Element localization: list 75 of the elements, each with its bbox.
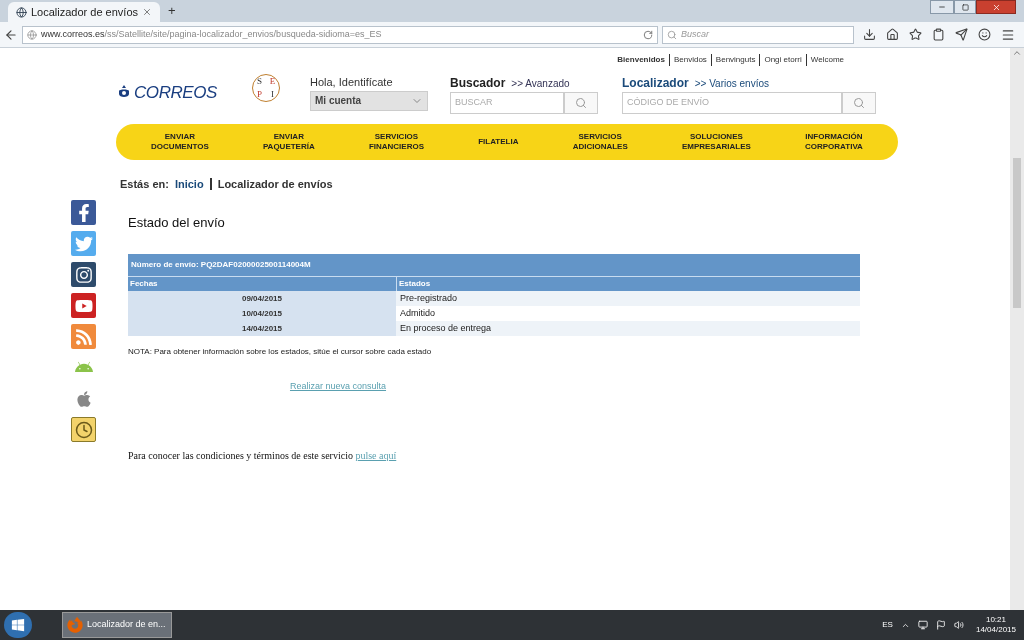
minimize-icon: [938, 3, 946, 11]
back-icon[interactable]: [4, 27, 18, 42]
page-title: Estado del envío: [128, 213, 226, 232]
home-icon[interactable]: [886, 28, 899, 41]
youtube-icon[interactable]: [71, 293, 96, 318]
greeting-text: Hola, Identifícate: [310, 75, 394, 90]
browser-tab[interactable]: Localizador de envíos: [8, 2, 160, 22]
network-icon[interactable]: [917, 620, 928, 630]
breadcrumb-label: Estás en:: [120, 177, 169, 192]
language-link[interactable]: Benvidos: [668, 54, 707, 66]
language-link[interactable]: Welcome: [805, 54, 844, 66]
search-icon: [853, 97, 865, 109]
language-link[interactable]: Benvinguts: [710, 54, 756, 66]
browser-icon: [67, 617, 83, 633]
terms-text: Para conocer las condiciones y términos de este servicio pulse aquí: [128, 449, 398, 463]
advanced-search-link[interactable]: >> Avanzado: [511, 76, 570, 91]
date-cell: 10/04/2015: [128, 306, 396, 321]
clipboard-icon[interactable]: [932, 28, 945, 41]
menu-item[interactable]: FILATELIA: [478, 137, 519, 147]
clock-icon[interactable]: [71, 417, 96, 442]
multiple-shipments-link[interactable]: >> Varios envíos: [694, 76, 769, 91]
download-icon[interactable]: [863, 28, 876, 41]
column-header: Estados: [396, 277, 860, 291]
account-dropdown[interactable]: Mi cuenta: [310, 90, 428, 111]
send-icon[interactable]: [955, 28, 968, 41]
tracker-title: Localizador: [622, 75, 689, 92]
smiley-icon[interactable]: [978, 28, 991, 41]
maximize-icon: [961, 3, 969, 11]
facebook-icon[interactable]: [71, 200, 96, 225]
menu-item[interactable]: SERVICIOS ADICIONALES: [572, 132, 628, 152]
menu-item[interactable]: SERVICIOS FINANCIEROS: [368, 132, 424, 152]
home-link[interactable]: Inicio: [174, 176, 204, 193]
rss-icon[interactable]: [71, 324, 96, 349]
correos-logo[interactable]: CORREOS: [116, 80, 226, 106]
maximize-button[interactable]: [954, 0, 976, 14]
menu-item[interactable]: ENVIAR DOCUMENTOS: [151, 132, 209, 152]
clock-time[interactable]: 10:21: [985, 615, 1006, 625]
close-tab-icon[interactable]: [142, 7, 152, 17]
site-icon: [16, 6, 27, 18]
taskbar-window-button[interactable]: Localizador de en...: [62, 612, 172, 638]
scrollbar-thumb[interactable]: [1013, 158, 1021, 308]
instagram-icon[interactable]: [71, 262, 96, 287]
search-title: Buscador: [450, 75, 506, 92]
menu-item[interactable]: ENVIAR PAQUETERÍA: [262, 132, 315, 152]
windows-logo-icon: [11, 618, 25, 632]
twitter-icon[interactable]: [71, 231, 96, 256]
language-indicator[interactable]: ES: [882, 619, 893, 631]
search-icon: [575, 97, 587, 109]
date-cell: 09/04/2015: [128, 291, 396, 306]
shipment-number-header: Número de envío: PQ2DAF0200002500114004M: [128, 254, 860, 276]
status-cell[interactable]: Pre-registrado: [396, 291, 860, 306]
star-icon[interactable]: [909, 28, 922, 41]
note-text: NOTA: Para obtener información sobre los estados, sitúe el cursor sobre cada estado: [128, 346, 433, 358]
close-icon: [991, 2, 1001, 12]
date-cell: 14/04/2015: [128, 321, 396, 336]
breadcrumb-current: Localizador de envíos: [209, 178, 333, 190]
column-header: Fechas: [128, 277, 396, 291]
menu-item[interactable]: INFORMACIÓN CORPORATIVA: [804, 132, 863, 152]
search-icon: [667, 29, 677, 40]
address-bar[interactable]: www.correos.es/ss/Satellite/site/pagina-localizador_envios/busqueda-sidioma=es_ES: [22, 25, 658, 44]
menu-item[interactable]: SOLUCIONES EMPRESARIALES: [681, 132, 751, 152]
reload-icon[interactable]: [643, 29, 653, 40]
url-text: www.correos.es/ss/Satellite/site/pagina-localizador_envios/busqueda-sidioma=es_ES: [41, 27, 383, 41]
language-link[interactable]: Bienvenidos: [617, 54, 665, 66]
new-tab-button[interactable]: +: [168, 0, 176, 20]
language-link[interactable]: Ongi etorri: [759, 54, 802, 66]
menu-icon[interactable]: [1001, 27, 1015, 42]
site-icon: [27, 29, 37, 40]
status-cell[interactable]: En proceso de entrega: [396, 321, 860, 336]
track-button[interactable]: [842, 92, 876, 114]
volume-icon[interactable]: [953, 620, 964, 630]
scroll-up-icon[interactable]: [1012, 48, 1022, 58]
clock-date[interactable]: 14/04/2015: [975, 625, 1016, 635]
flag-icon[interactable]: [935, 620, 946, 630]
start-button[interactable]: [4, 612, 32, 638]
